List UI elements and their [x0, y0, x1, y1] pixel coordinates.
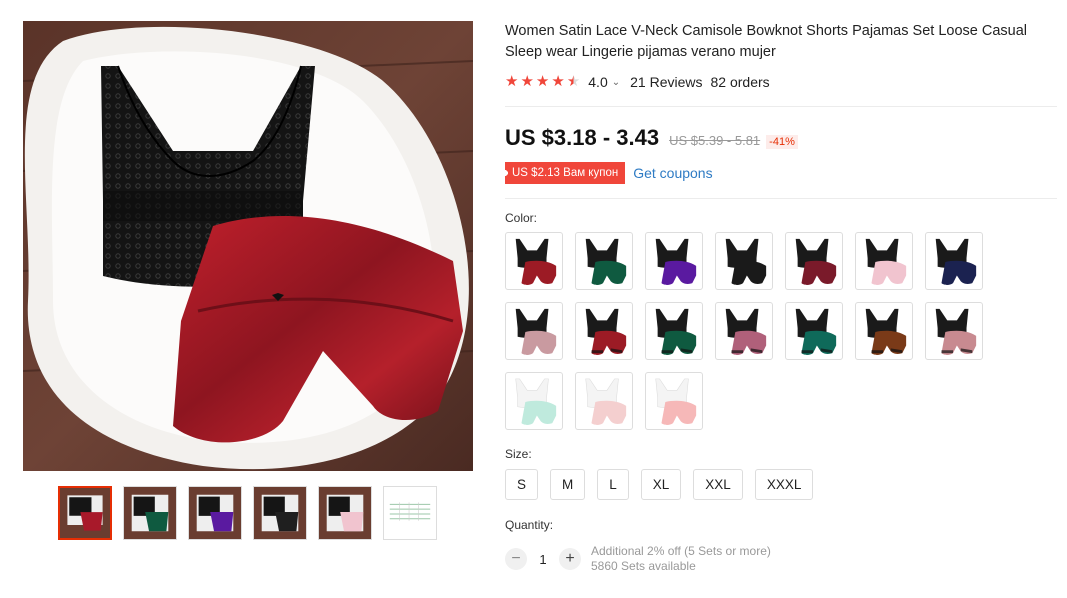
size-option-m[interactable]: M [550, 469, 586, 500]
thumbnail-green[interactable] [123, 486, 177, 540]
color-swatch-dusty-pink[interactable] [505, 302, 563, 360]
product-title: Women Satin Lace V-Neck Camisole Bowknot… [505, 23, 1027, 60]
color-swatch-green[interactable] [575, 232, 633, 290]
coupon-row: US $2.13 Вам купон Get coupons [505, 161, 1057, 185]
color-swatch-white-mint[interactable] [505, 372, 563, 430]
size-option-xxxl[interactable]: XXXL [754, 469, 814, 500]
size-option-l[interactable]: L [597, 469, 629, 500]
current-price: US $3.18 - 3.43 [505, 125, 660, 150]
divider [505, 198, 1057, 199]
color-swatch-red[interactable] [505, 232, 563, 290]
color-swatch-green-lace[interactable] [645, 302, 703, 360]
thumbnail-strip [58, 486, 437, 540]
star-rating[interactable]: ★ ★ ★ ★ ★ [505, 74, 580, 90]
get-coupons-link[interactable]: Get coupons [633, 165, 712, 181]
rating-row: ★ ★ ★ ★ ★ 4.0 ⌄ 21 Reviews 82 orders [505, 72, 1057, 92]
stock-available: 5860 Sets available [591, 559, 696, 573]
product-info: Women Satin Lace V-Neck Camisole Bowknot… [505, 21, 1057, 574]
color-swatch-mauve-lace[interactable] [715, 302, 773, 360]
coupon-badge[interactable]: US $2.13 Вам купон [505, 162, 626, 184]
size-option-s[interactable]: S [505, 469, 539, 500]
quantity-info: Additional 2% off (5 Sets or more) 5860 … [591, 544, 771, 574]
thumbnail-size-chart[interactable] [383, 486, 437, 540]
rating-value[interactable]: 4.0 [588, 74, 607, 90]
reviews-link[interactable]: 21 Reviews [630, 74, 702, 90]
quantity-label: Quantity: [505, 518, 554, 532]
price-row: US $3.18 - 3.43 US $5.39 - 5.81 -41% [505, 125, 1057, 151]
color-swatch-grid [505, 232, 1057, 430]
quantity-increase-button[interactable]: + [559, 548, 581, 570]
bulk-discount-note: Additional 2% off (5 Sets or more) [591, 544, 771, 558]
color-label: Color: [505, 211, 538, 225]
color-swatch-teal-lace[interactable] [785, 302, 843, 360]
discount-badge: -41% [766, 135, 798, 149]
quantity-input[interactable]: 1 [527, 552, 559, 567]
size-label: Size: [505, 447, 532, 461]
star-icon: ★ [551, 73, 565, 90]
thumbnail-purple[interactable] [188, 486, 242, 540]
color-swatch-brown-lace[interactable] [855, 302, 913, 360]
color-swatch-red-lace[interactable] [575, 302, 633, 360]
orders-count: 82 orders [710, 74, 770, 90]
color-swatch-rose-lace[interactable] [925, 302, 983, 360]
color-swatch-pink[interactable] [855, 232, 913, 290]
quantity-stepper: − 1 + Additional 2% off (5 Sets or more)… [505, 544, 1057, 574]
size-options: S M L XL XXL XXXL [505, 469, 1057, 500]
thumbnail-red[interactable] [58, 486, 112, 540]
star-icon: ★ [505, 73, 519, 90]
chevron-down-icon[interactable]: ⌄ [612, 77, 620, 88]
color-swatch-black[interactable] [715, 232, 773, 290]
thumbnail-pink[interactable] [318, 486, 372, 540]
size-option-xxl[interactable]: XXL [693, 469, 743, 500]
main-product-photo [23, 21, 473, 471]
original-price: US $5.39 - 5.81 [669, 133, 761, 148]
thumbnail-black[interactable] [253, 486, 307, 540]
quantity-decrease-button[interactable]: − [505, 548, 527, 570]
star-icon: ★ [520, 73, 534, 90]
divider [505, 106, 1057, 107]
size-option-xl[interactable]: XL [640, 469, 682, 500]
color-swatch-white-pink[interactable] [575, 372, 633, 430]
star-icon: ★ [535, 73, 550, 90]
main-product-image[interactable] [23, 21, 473, 471]
color-swatch-navy[interactable] [925, 232, 983, 290]
half-star-icon: ★ [566, 73, 581, 90]
color-swatch-purple[interactable] [645, 232, 703, 290]
color-swatch-white-peach[interactable] [645, 372, 703, 430]
color-swatch-wine[interactable] [785, 232, 843, 290]
